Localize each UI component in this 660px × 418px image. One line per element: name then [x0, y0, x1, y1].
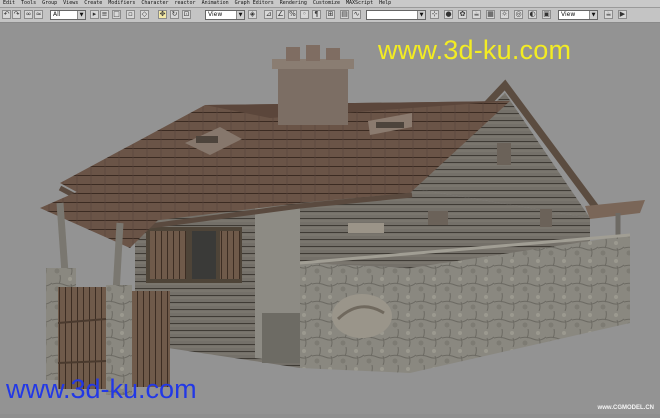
render-iterative-icon[interactable]: ▶ [618, 10, 627, 19]
render-last-icon[interactable]: ▣ [542, 10, 551, 19]
render-viewport-dropdown[interactable]: View ▼ [558, 10, 598, 20]
align-icon[interactable]: ⊞ [326, 10, 335, 19]
effects-icon[interactable]: ◎ [514, 10, 523, 19]
unlink-icon[interactable]: ≈ [34, 10, 43, 19]
mirror-icon[interactable]: ⊿ [264, 10, 273, 19]
select-object-alt-icon[interactable]: ◇ [140, 10, 149, 19]
render-viewport-value: View [561, 11, 576, 18]
menu-graph-editors[interactable]: Graph Editors [232, 0, 277, 7]
undo-icon[interactable]: ↶ [2, 10, 11, 19]
select-by-name-icon[interactable]: ≡ [100, 10, 109, 19]
reference-coordinate-value: View [208, 11, 223, 18]
chevron-down-icon: ▼ [236, 11, 244, 19]
watermark-bottom: www.3d-ku.com [6, 374, 197, 404]
activeshade-icon[interactable]: ◐ [528, 10, 537, 19]
reference-coordinate-dropdown[interactable]: View ▼ [205, 10, 245, 20]
menu-help[interactable]: Help [376, 0, 394, 7]
select-and-move-icon[interactable]: ✥ [158, 10, 167, 19]
render-frame-icon[interactable]: ▦ [486, 10, 495, 19]
menu-reactor[interactable]: reactor [171, 0, 198, 7]
layer-manager-icon[interactable]: ▤ [340, 10, 349, 19]
named-selection-icon[interactable]: ¶ [312, 10, 321, 19]
menu-customize[interactable]: Customize [310, 0, 343, 7]
menu-maxscript[interactable]: MAXScript [343, 0, 376, 7]
main-toolbar: ↶ ↷ ∞ ≈ All ▼ ▸ ≡ □ ▫ ◇ ✥ ↻ ⊡ View ▼ ◈ ⊿… [0, 8, 660, 23]
menu-bar: Edit Tools Group Views Create Modifiers … [0, 0, 660, 8]
spinner-snap-icon[interactable]: ◦ [300, 10, 309, 19]
menu-rendering[interactable]: Rendering [277, 0, 310, 7]
chevron-down-icon: ▼ [77, 11, 85, 19]
menu-character[interactable]: Character [138, 0, 171, 7]
selection-filter-dropdown[interactable]: All ▼ [50, 10, 86, 20]
house-model-render [0, 23, 660, 414]
menu-modifiers[interactable]: Modifiers [105, 0, 138, 7]
percent-snap-icon[interactable]: % [288, 10, 297, 19]
menu-group[interactable]: Group [39, 0, 60, 7]
environment-icon[interactable]: ☼ [500, 10, 509, 19]
link-icon[interactable]: ∞ [24, 10, 33, 19]
perspective-viewport[interactable]: www.3d-ku.com www.3d-ku.com www.CGMODEL.… [0, 23, 660, 414]
material-editor-icon[interactable]: ● [444, 10, 453, 19]
curve-editor-icon[interactable]: ∿ [352, 10, 361, 19]
watermark-top: www.3d-ku.com [378, 35, 572, 65]
use-pivot-center-icon[interactable]: ◈ [248, 10, 257, 19]
menu-edit[interactable]: Edit [0, 0, 18, 7]
select-and-rotate-icon[interactable]: ↻ [170, 10, 179, 19]
render-production-icon[interactable]: ☕ [604, 10, 613, 19]
select-and-scale-icon[interactable]: ⊡ [182, 10, 191, 19]
named-selection-set-field[interactable]: ▼ [366, 10, 426, 20]
select-object-icon[interactable]: ▸ [90, 10, 99, 19]
menu-create[interactable]: Create [81, 0, 105, 7]
render-setup-icon[interactable]: ✿ [458, 10, 467, 19]
angle-snap-icon[interactable]: ∠ [276, 10, 285, 19]
schematic-view-icon[interactable]: ⊹ [430, 10, 439, 19]
selection-filter-value: All [53, 11, 61, 18]
chevron-down-icon: ▼ [417, 11, 425, 19]
select-region-icon[interactable]: □ [112, 10, 121, 19]
menu-animation[interactable]: Animation [199, 0, 232, 7]
menu-views[interactable]: Views [60, 0, 81, 7]
chevron-down-icon: ▼ [589, 11, 597, 19]
menu-tools[interactable]: Tools [18, 0, 39, 7]
quick-render-icon[interactable]: ☕ [472, 10, 481, 19]
redo-icon[interactable]: ↷ [12, 10, 21, 19]
window-crossing-icon[interactable]: ▫ [126, 10, 135, 19]
watermark-corner: www.CGMODEL.CN [597, 405, 654, 411]
